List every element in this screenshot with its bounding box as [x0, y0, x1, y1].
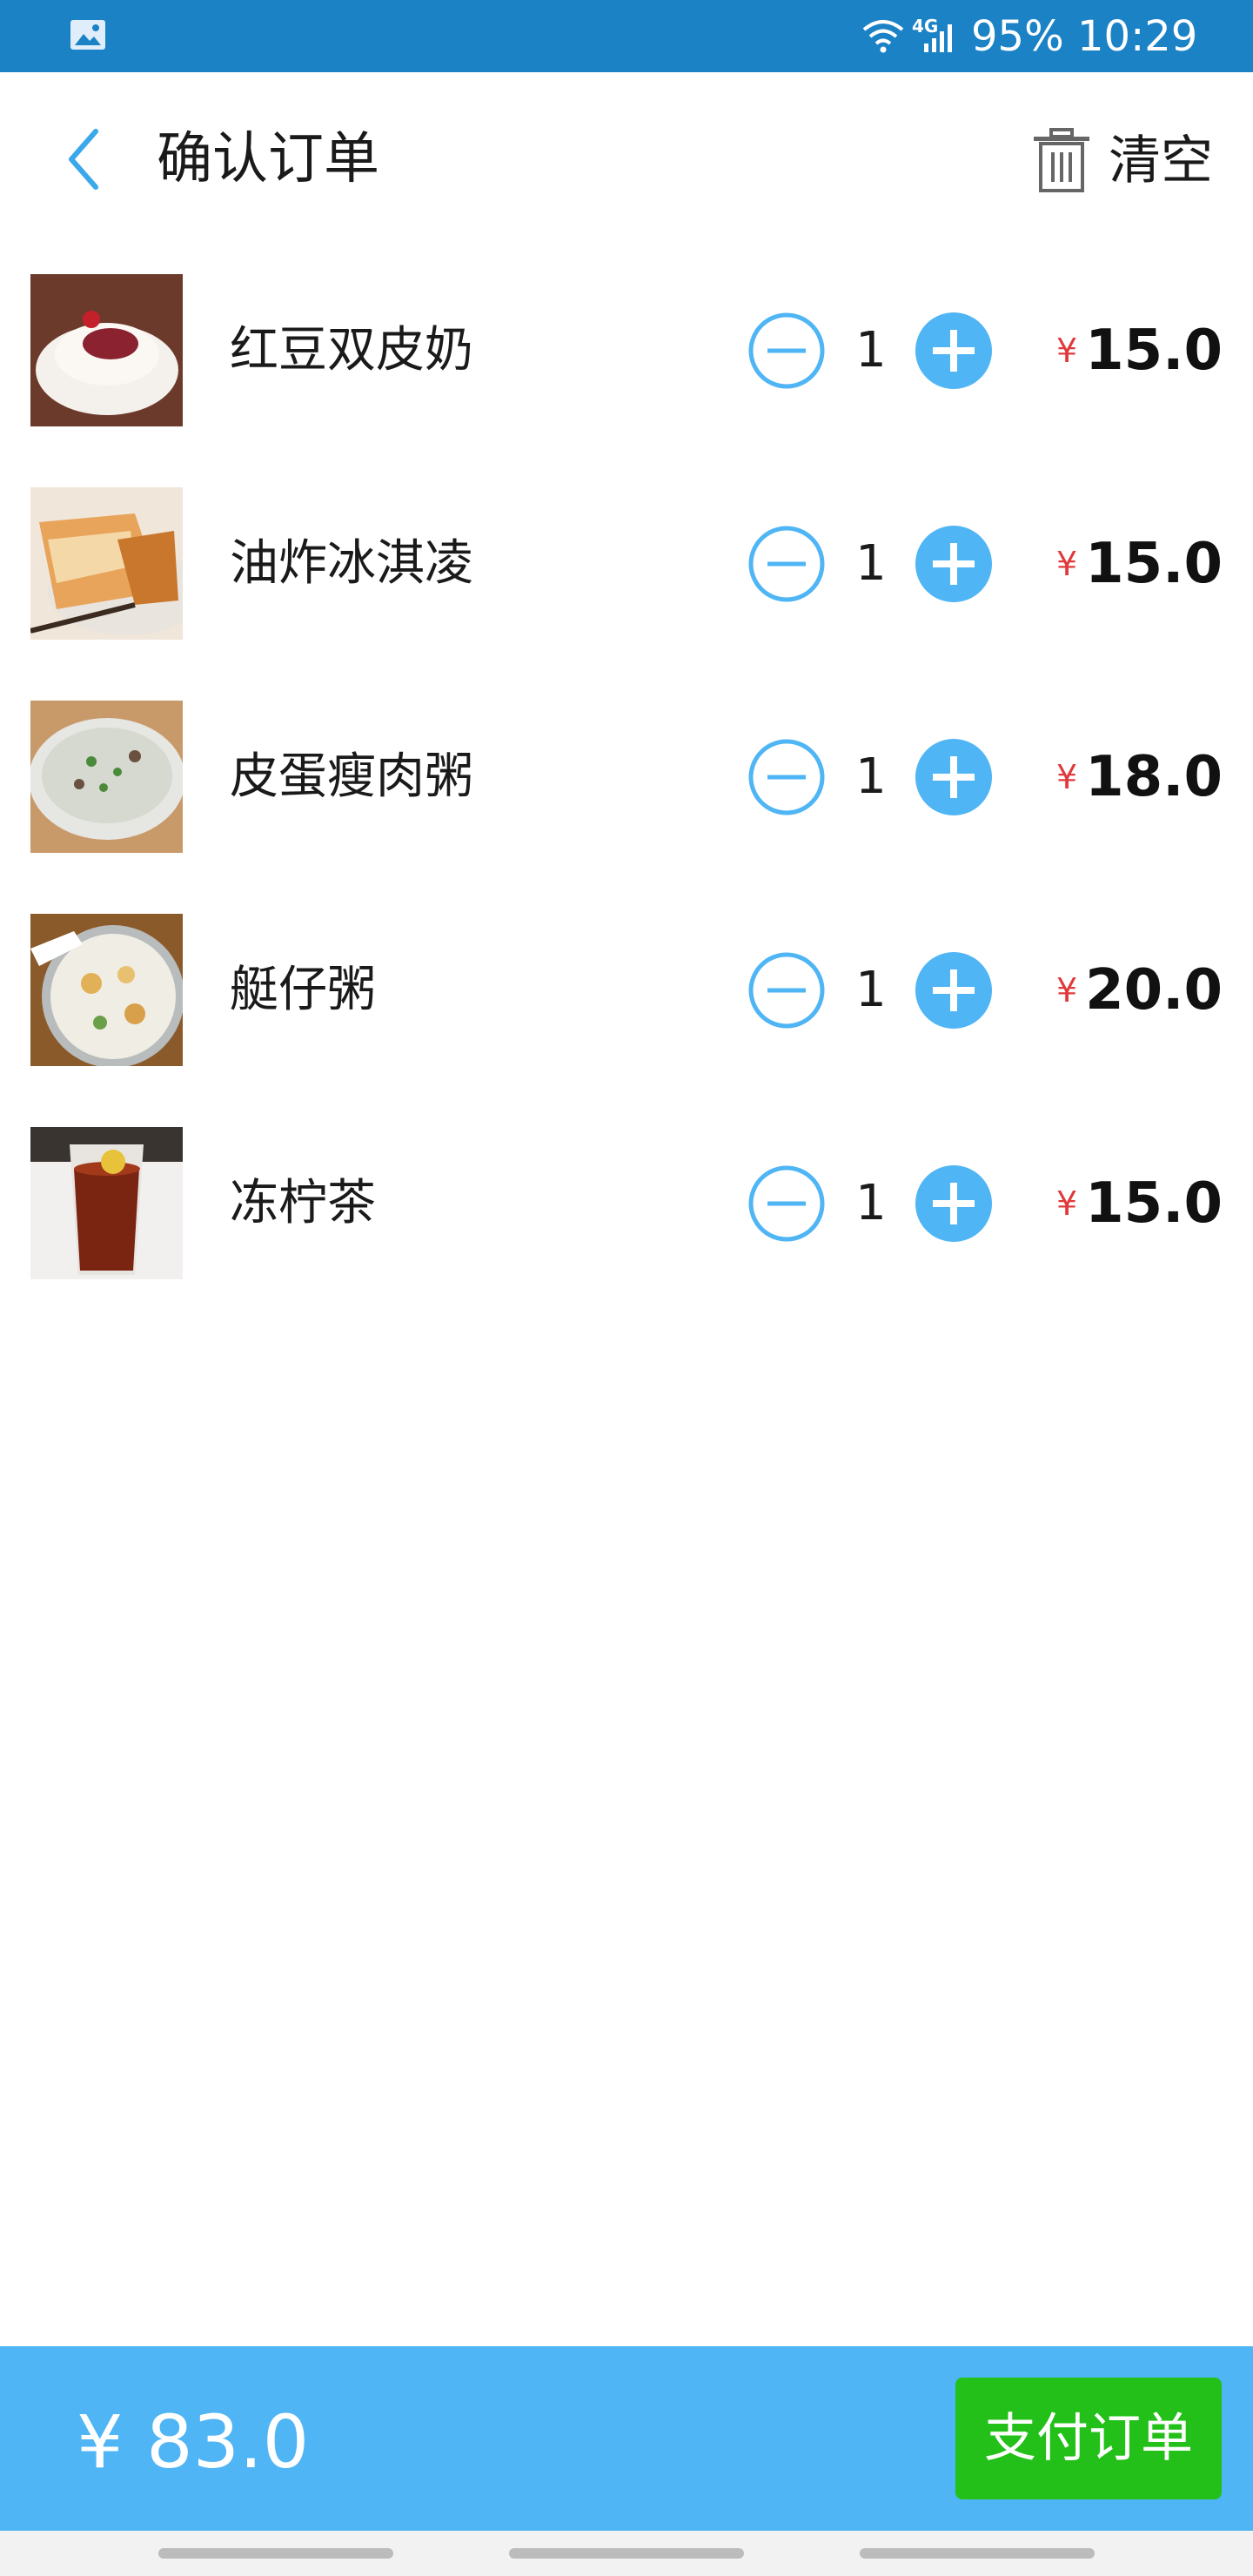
- food-image: [30, 701, 183, 853]
- item-price: 18.0: [1085, 745, 1223, 809]
- item-price: 20.0: [1085, 958, 1223, 1023]
- item-price: 15.0: [1085, 319, 1223, 383]
- clear-button[interactable]: 清空: [1030, 121, 1230, 205]
- wifi-icon: [862, 20, 904, 53]
- currency-symbol: ¥: [1056, 971, 1078, 1010]
- nav-recent-button[interactable]: [158, 2548, 393, 2559]
- nav-home-button[interactable]: [509, 2548, 744, 2559]
- pay-order-button[interactable]: 支付订单: [955, 2378, 1222, 2499]
- increase-quantity-button[interactable]: [915, 739, 992, 815]
- item-price: 15.0: [1085, 1171, 1223, 1236]
- order-item: 红豆双皮奶 1 ¥ 15.0: [0, 246, 1253, 460]
- decrease-quantity-button[interactable]: [748, 739, 825, 815]
- quantity: 1: [855, 535, 887, 592]
- food-name: 艇仔粥: [230, 962, 376, 1018]
- food-image: [30, 1127, 183, 1279]
- status-bar: 4G 95% 10:29: [0, 0, 1253, 72]
- app-header: 确认订单 清空: [0, 72, 1253, 246]
- currency-symbol: ¥: [1056, 1184, 1078, 1223]
- order-item: 皮蛋瘦肉粥 1 ¥ 18.0: [0, 673, 1253, 886]
- order-item: 艇仔粥 1 ¥ 20.0: [0, 886, 1253, 1099]
- increase-quantity-button[interactable]: [915, 952, 992, 1029]
- currency-symbol: ¥: [1056, 758, 1078, 796]
- increase-quantity-button[interactable]: [915, 526, 992, 602]
- food-name: 油炸冰淇凌: [230, 535, 473, 592]
- clock: 10:29: [1077, 12, 1198, 61]
- system-nav-bar: [0, 2531, 1253, 2576]
- nav-back-button[interactable]: [860, 2548, 1095, 2559]
- quantity: 1: [855, 962, 887, 1018]
- decrease-quantity-button[interactable]: [748, 526, 825, 602]
- currency-symbol: ¥: [1056, 332, 1078, 370]
- quantity: 1: [855, 748, 887, 805]
- trash-icon: [1034, 128, 1089, 192]
- food-image: [30, 487, 183, 640]
- page-title: 确认订单: [157, 127, 379, 191]
- signal-icon: [924, 24, 952, 52]
- checkout-bar: ¥ 83.0 支付订单: [0, 2346, 1253, 2531]
- order-total: ¥ 83.0: [77, 2399, 310, 2485]
- food-image: [30, 914, 183, 1066]
- order-list: 红豆双皮奶 1 ¥ 15.0 油炸冰淇凌 1 ¥ 15.0 皮蛋瘦肉粥 1 ¥ …: [0, 246, 1253, 1312]
- food-name: 皮蛋瘦肉粥: [230, 748, 473, 805]
- food-name: 红豆双皮奶: [230, 322, 473, 379]
- food-name: 冻柠茶: [230, 1175, 376, 1231]
- increase-quantity-button[interactable]: [915, 1165, 992, 1242]
- quantity: 1: [855, 1175, 887, 1231]
- quantity: 1: [855, 322, 887, 379]
- order-item: 冻柠茶 1 ¥ 15.0: [0, 1099, 1253, 1312]
- currency-symbol: ¥: [1056, 545, 1078, 583]
- decrease-quantity-button[interactable]: [748, 952, 825, 1029]
- food-image: [30, 274, 183, 426]
- battery-level: 95%: [971, 12, 1064, 61]
- back-icon[interactable]: [61, 126, 110, 192]
- gallery-icon: [70, 20, 105, 50]
- increase-quantity-button[interactable]: [915, 312, 992, 389]
- item-price: 15.0: [1085, 532, 1223, 596]
- decrease-quantity-button[interactable]: [748, 1165, 825, 1242]
- order-item: 油炸冰淇凌 1 ¥ 15.0: [0, 460, 1253, 673]
- clear-label: 清空: [1109, 131, 1213, 191]
- decrease-quantity-button[interactable]: [748, 312, 825, 389]
